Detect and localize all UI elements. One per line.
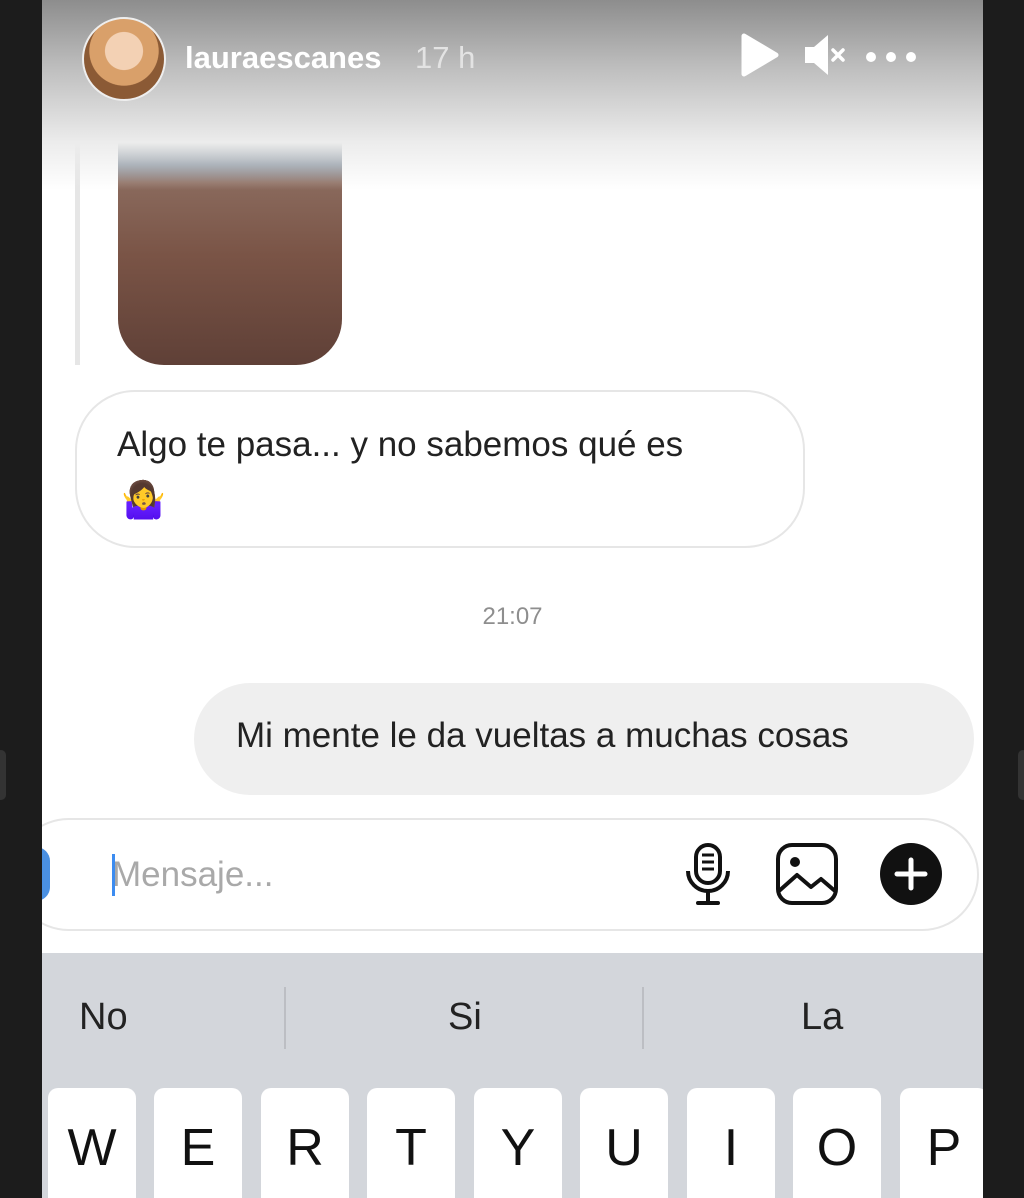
suggestion-si[interactable]: Si	[448, 996, 482, 1039]
story-header: lauraescanes 17 h	[42, 0, 983, 190]
play-icon[interactable]	[740, 32, 780, 78]
mute-icon[interactable]	[802, 32, 846, 78]
message-input[interactable]	[112, 849, 562, 901]
key-t[interactable]: T	[367, 1088, 455, 1198]
microphone-icon[interactable]	[678, 841, 738, 907]
suggestion-divider	[642, 987, 644, 1049]
gallery-icon[interactable]	[775, 841, 839, 907]
key-o[interactable]: O	[793, 1088, 881, 1198]
avatar[interactable]	[82, 17, 166, 101]
text-cursor	[112, 854, 115, 896]
key-u[interactable]: U	[580, 1088, 668, 1198]
suggestion-no[interactable]: No	[79, 996, 128, 1039]
outgoing-message[interactable]: Mi mente le da vueltas a muchas cosas	[194, 683, 974, 795]
plus-icon[interactable]	[879, 841, 943, 907]
suggestion-la[interactable]: La	[801, 996, 843, 1039]
key-p[interactable]: P	[900, 1088, 983, 1198]
message-timestamp: 21:07	[482, 603, 543, 630]
outgoing-message-text: Mi mente le da vueltas a muchas cosas	[236, 716, 849, 755]
suggestion-divider	[284, 987, 286, 1049]
shrug-emoji: 🤷‍♀️	[121, 479, 166, 520]
more-icon[interactable]	[864, 50, 918, 64]
incoming-message[interactable]: Algo te pasa... y no sabemos qué es 🤷‍♀️	[75, 390, 805, 548]
left-edge	[0, 750, 6, 800]
incoming-message-text: Algo te pasa... y no sabemos qué es	[117, 425, 684, 464]
right-edge	[1018, 750, 1024, 800]
key-r[interactable]: R	[261, 1088, 349, 1198]
key-y[interactable]: Y	[474, 1088, 562, 1198]
username[interactable]: lauraescanes	[185, 40, 381, 76]
story-time: 17 h	[415, 40, 476, 75]
key-w[interactable]: W	[48, 1088, 136, 1198]
key-e[interactable]: E	[154, 1088, 242, 1198]
story-screen: lauraescanes 17 h Algo te pasa... y no s…	[42, 0, 983, 1198]
key-i[interactable]: I	[687, 1088, 775, 1198]
